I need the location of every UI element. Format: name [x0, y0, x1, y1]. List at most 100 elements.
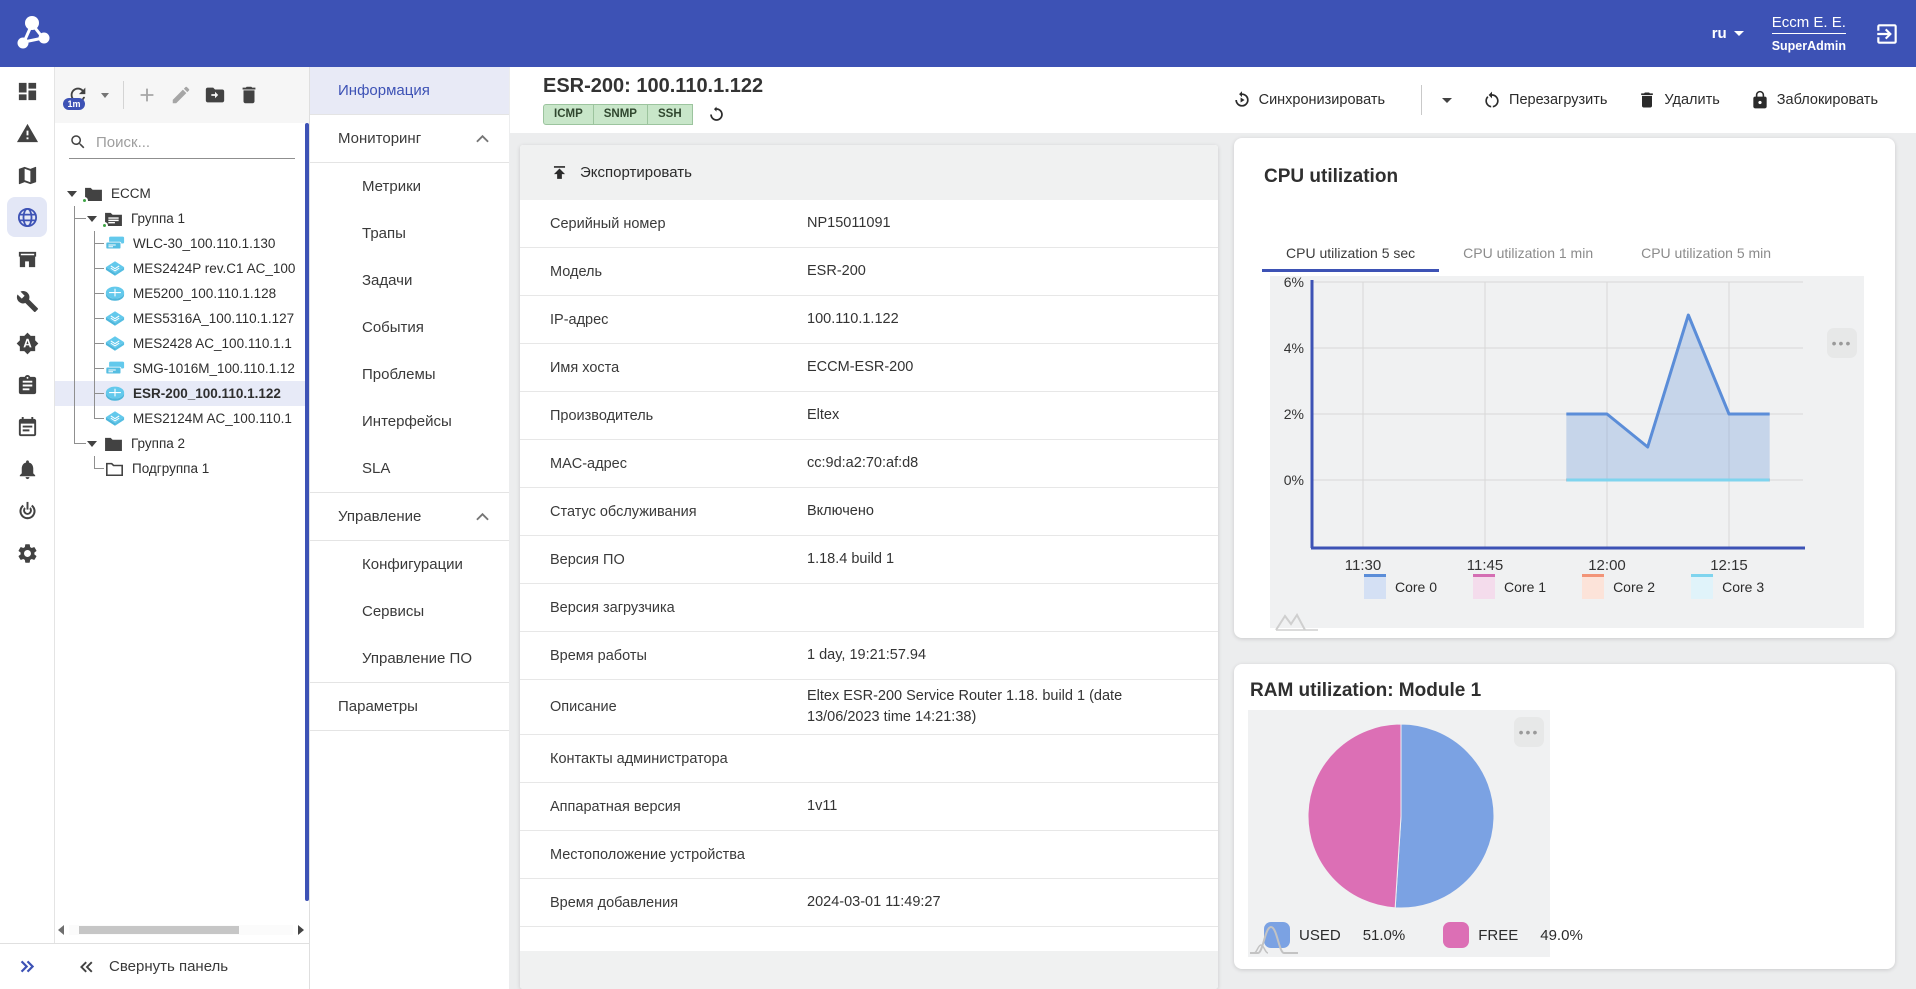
info-row: Местоположение устройства	[520, 831, 1218, 879]
add-node-button[interactable]	[136, 84, 158, 106]
menu-item-3[interactable]: Трапы	[310, 210, 509, 257]
sync-button[interactable]: Синхронизировать	[1232, 90, 1385, 110]
menu-item-0[interactable]: Информация	[310, 67, 509, 114]
info-row: Статус обслуживанияВключено	[520, 488, 1218, 536]
legend-item-core-3[interactable]: Core 3	[1691, 574, 1764, 599]
menu-item-section-1[interactable]: Мониторинг	[310, 115, 509, 162]
menu-item-2[interactable]: Метрики	[310, 163, 509, 210]
legend-swatch	[1582, 574, 1604, 599]
legend-item-core-2[interactable]: Core 2	[1582, 574, 1655, 599]
menu-item-12[interactable]: Управление ПО	[310, 635, 509, 682]
cpu-chart-menu-button[interactable]: •••	[1827, 328, 1857, 358]
menu-item-4[interactable]: Задачи	[310, 257, 509, 304]
user-menu-link[interactable]: Eccm E. E.	[1772, 14, 1846, 34]
menu-item-13[interactable]: Параметры	[310, 683, 509, 730]
refresh-dropdown-icon[interactable]	[101, 93, 109, 98]
tree-item[interactable]: Группа 1	[55, 206, 309, 231]
tree-item-label: ECCM	[111, 186, 151, 201]
menu-item-10[interactable]: Конфигурации	[310, 541, 509, 588]
scrollbar-thumb[interactable]	[79, 926, 239, 934]
app-logo-icon[interactable]	[12, 12, 56, 56]
sidebar-item-tasks[interactable]	[7, 365, 47, 405]
trash-icon	[1637, 90, 1657, 110]
expand-panel-button[interactable]	[0, 943, 55, 989]
refresh-interval-badge: 1m	[63, 98, 85, 110]
tree-horizontal-scrollbar	[58, 923, 304, 937]
export-icon	[550, 163, 569, 182]
menu-item-8[interactable]: SLA	[310, 445, 509, 492]
tab-cpu-2[interactable]: CPU utilization 5 min	[1617, 234, 1795, 272]
menu-item-label: Сервисы	[362, 603, 424, 620]
ram-chart-menu-button[interactable]: •••	[1514, 717, 1544, 747]
calendar-icon	[16, 416, 39, 439]
menu-item-label: SLA	[362, 460, 390, 477]
sync-dropdown-icon[interactable]	[1442, 98, 1452, 103]
reboot-button[interactable]: Перезагрузить	[1482, 90, 1607, 110]
legend-swatch-used[interactable]	[1264, 922, 1290, 948]
device-router-icon	[105, 385, 125, 402]
device-switch-icon	[105, 335, 125, 352]
logout-icon[interactable]	[1874, 21, 1900, 47]
menu-item-6[interactable]: Проблемы	[310, 351, 509, 398]
chevron-up-icon[interactable]	[476, 134, 489, 143]
scroll-left-arrow-icon[interactable]	[58, 925, 64, 935]
tab-cpu-0[interactable]: CPU utilization 5 sec	[1262, 234, 1439, 272]
sidebar-item-tools[interactable]	[7, 281, 47, 321]
info-row: МодельESR-200	[520, 248, 1218, 296]
scrollbar-track[interactable]	[69, 925, 293, 935]
sidebar-item-calendar[interactable]	[7, 407, 47, 447]
sidebar-item-alarms[interactable]	[7, 113, 47, 153]
edit-node-button[interactable]	[170, 84, 192, 106]
tree-item[interactable]: ECCM	[55, 181, 309, 206]
svg-text:12:15: 12:15	[1710, 557, 1748, 574]
sidebar-item-store[interactable]	[7, 239, 47, 279]
scroll-right-arrow-icon[interactable]	[298, 925, 304, 935]
search-input[interactable]	[96, 134, 295, 151]
info-row-label: Контакты администратора	[550, 745, 807, 773]
tree-expander-icon[interactable]	[87, 216, 97, 222]
info-row: ПроизводительEltex	[520, 392, 1218, 440]
menu-item-section-9[interactable]: Управление	[310, 493, 509, 540]
tab-cpu-1[interactable]: CPU utilization 1 min	[1439, 234, 1617, 272]
chevron-down-icon	[1734, 31, 1744, 36]
tree-item[interactable]: Группа 2	[55, 431, 309, 456]
device-section-menu: ИнформацияМониторингМетрикиТрапы Задачи Со…	[310, 67, 509, 989]
status-dot	[101, 222, 108, 229]
language-selector[interactable]: ru	[1712, 25, 1744, 42]
info-row: IP-адрес100.110.1.122	[520, 296, 1218, 344]
legend-swatch-free[interactable]	[1443, 922, 1469, 948]
sidebar-item-auto-mode[interactable]	[7, 323, 47, 363]
pencil-icon	[170, 84, 192, 106]
menu-item-5[interactable]: События	[310, 304, 509, 351]
eccm-device-page: { "theme":{"accent":"#3D52B5","topbar_bg…	[0, 0, 1916, 989]
block-button[interactable]: Заблокировать	[1750, 90, 1878, 110]
sidebar-item-settings[interactable]	[7, 533, 47, 573]
sidebar-item-devices[interactable]	[7, 197, 47, 237]
chevron-up-icon[interactable]	[476, 512, 489, 521]
legend-item-core-1[interactable]: Core 1	[1473, 574, 1546, 599]
tree-expander-icon[interactable]	[87, 441, 97, 447]
auto-refresh-button[interactable]: 1m	[67, 84, 89, 106]
delete-button[interactable]: Удалить	[1637, 90, 1719, 110]
tree-expander-icon[interactable]	[67, 191, 77, 197]
delete-node-button[interactable]	[238, 84, 260, 106]
menu-item-label: Проблемы	[362, 366, 436, 383]
menu-item-label: Управление ПО	[362, 650, 472, 667]
sidebar-item-notifications[interactable]	[7, 449, 47, 489]
move-to-group-button[interactable]	[204, 84, 226, 106]
menu-item-label: Задачи	[362, 272, 412, 289]
tree-vertical-scrollbar[interactable]	[305, 123, 309, 901]
sidebar-item-power[interactable]	[7, 491, 47, 531]
info-row-value	[807, 602, 1188, 614]
menu-item-11[interactable]: Сервисы	[310, 588, 509, 635]
availability-refresh-button[interactable]	[707, 105, 726, 124]
tree-item-label: ESR-200_100.110.1.122	[133, 386, 281, 401]
export-button[interactable]: Экспортировать	[520, 145, 1218, 200]
menu-item-7[interactable]: Интерфейсы	[310, 398, 509, 445]
info-row: Время работы1 day, 19:21:57.94	[520, 632, 1218, 680]
device-actions: Синхронизировать Перезагрузить Удалить З…	[1232, 85, 1878, 115]
sidebar-item-dashboard[interactable]	[7, 71, 47, 111]
legend-item-core-0[interactable]: Core 0	[1364, 574, 1437, 599]
sidebar-item-map[interactable]	[7, 155, 47, 195]
collapse-panel-button[interactable]: Свернуть панель	[55, 943, 309, 989]
